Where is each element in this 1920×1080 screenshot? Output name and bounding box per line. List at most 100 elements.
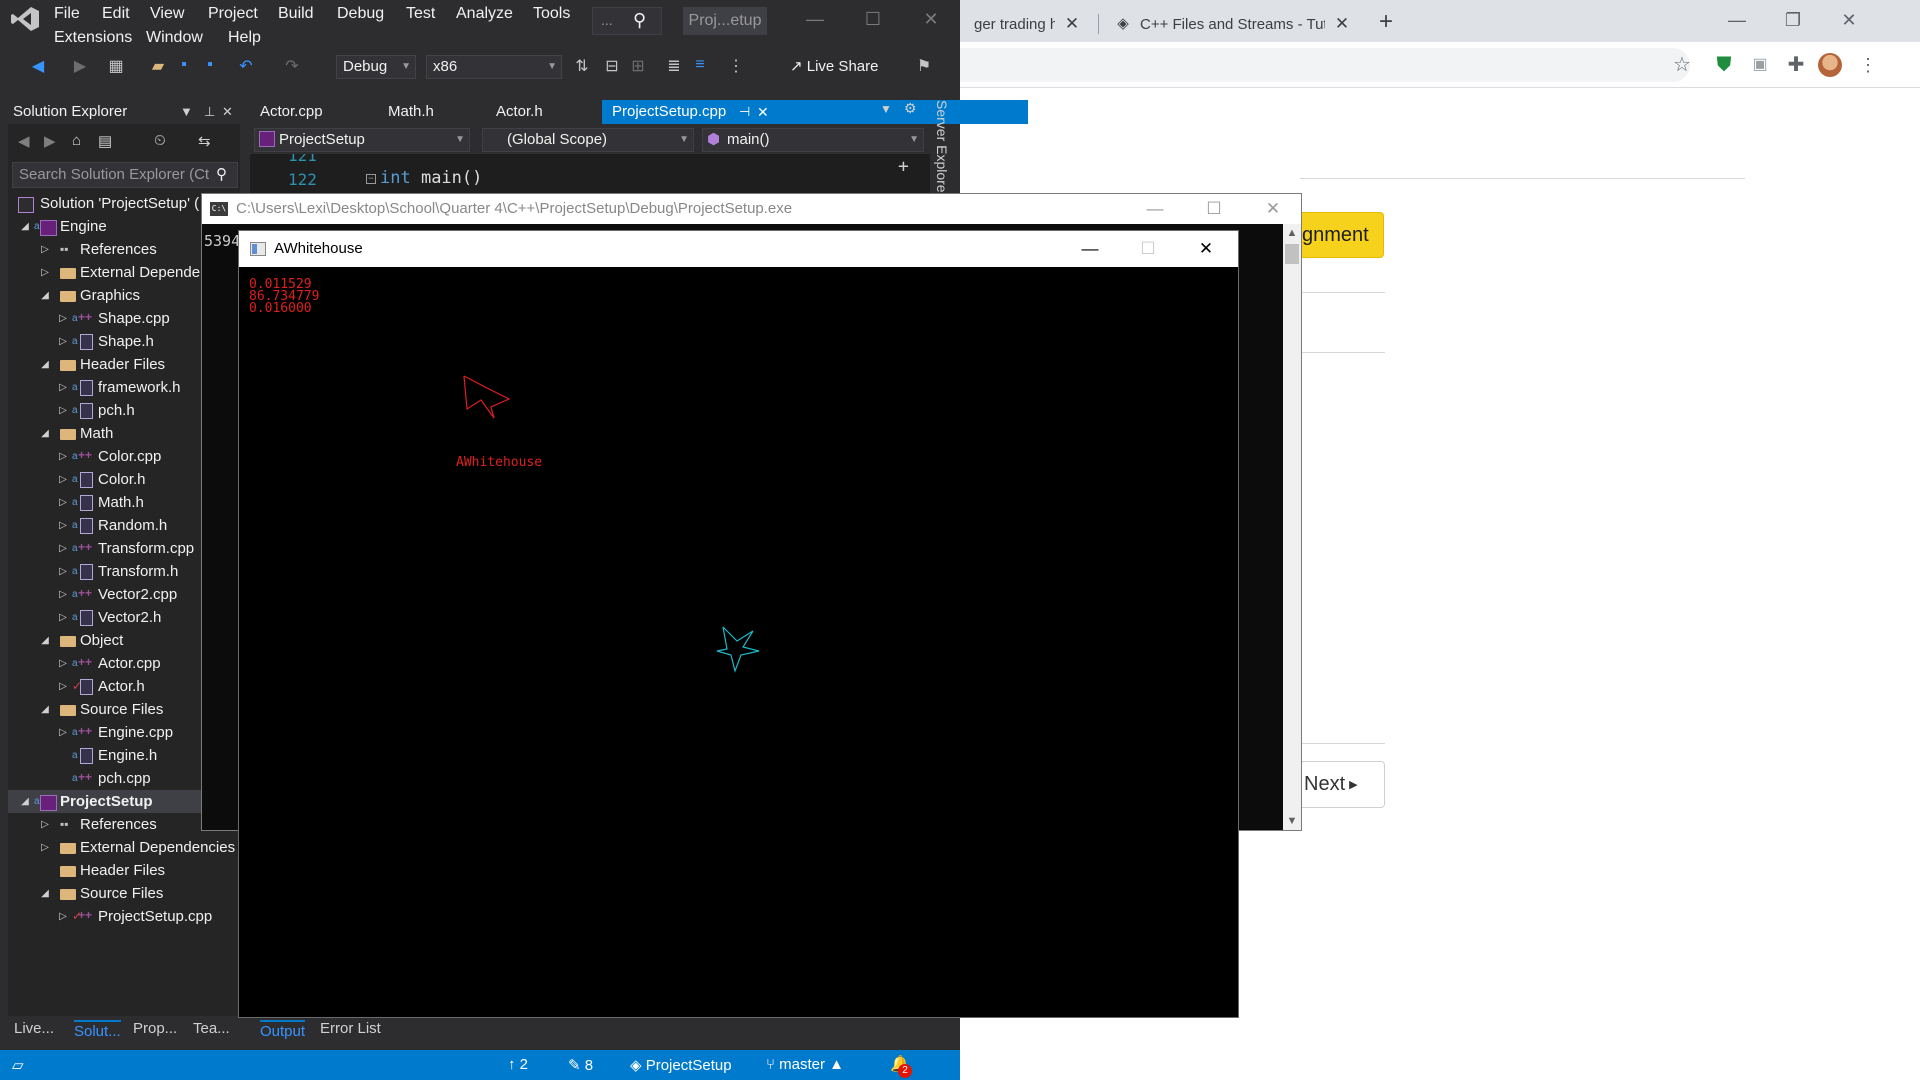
profile-avatar[interactable]	[1818, 53, 1842, 77]
tab-math-h[interactable]: Math.h	[378, 100, 468, 124]
push-count[interactable]: ↑ 2	[508, 1056, 528, 1073]
menu-analyze[interactable]: Analyze	[456, 5, 513, 23]
expand-icon[interactable]: ▷	[56, 537, 70, 560]
expand-icon[interactable]: ▷	[56, 307, 70, 330]
expand-icon[interactable]: ▷	[56, 583, 70, 606]
undo-icon[interactable]: ↶	[236, 56, 256, 78]
game-close-button[interactable]: ✕	[1183, 231, 1229, 267]
console-scrollbar[interactable]: ▲ ▼	[1283, 224, 1301, 830]
vs-minimize-button[interactable]: —	[795, 9, 835, 33]
toolbar-icon[interactable]: ⇅	[572, 56, 592, 78]
sync-icon[interactable]: ⇆	[198, 132, 211, 150]
function-dropdown[interactable]: ⬢ main() ▼	[702, 128, 924, 152]
pin-icon[interactable]: ⊥	[204, 100, 215, 124]
tab-output[interactable]: Output	[260, 1020, 306, 1040]
menu-extensions[interactable]: Extensions	[54, 29, 132, 47]
toolbar-icon[interactable]: ⊟	[602, 56, 622, 78]
scrollbar-thumb[interactable]	[1285, 244, 1299, 264]
collapse-icon[interactable]: ◢	[38, 353, 52, 376]
tree-item[interactable]: ▷✓ProjectSetup.cpp	[8, 905, 240, 928]
live-share-button[interactable]: ↗ Live Share	[790, 57, 878, 75]
configuration-dropdown[interactable]: Debug ▼	[336, 55, 416, 79]
console-maximize-button[interactable]: ☐	[1191, 194, 1237, 224]
scroll-up-icon[interactable]: ▲	[1283, 224, 1301, 242]
expand-icon[interactable]: ▷	[38, 813, 52, 836]
menu-window[interactable]: Window	[146, 29, 203, 47]
vs-close-button[interactable]: ✕	[911, 9, 951, 33]
extension-icon[interactable]: ▣	[1746, 51, 1774, 79]
split-editor-icon[interactable]: +	[898, 156, 909, 177]
project-dropdown[interactable]: ProjectSetup ▼	[254, 128, 470, 152]
vs-search-box[interactable]: ... ⚲	[592, 7, 662, 35]
gear-icon[interactable]: ⚙	[904, 100, 917, 117]
feedback-icon[interactable]: ⚑	[914, 56, 934, 78]
tab-projectsetup-cpp[interactable]: ProjectSetup.cpp ⊣ ✕	[602, 100, 1028, 124]
expand-icon[interactable]: ▷	[56, 399, 70, 422]
panel-dropdown-icon[interactable]: ▼	[180, 100, 193, 124]
expand-icon[interactable]: ▷	[56, 606, 70, 629]
repository-status[interactable]: ◈ ProjectSetup	[630, 1056, 732, 1074]
expand-icon[interactable]: ▷	[38, 836, 52, 859]
expand-icon[interactable]: ▷	[56, 652, 70, 675]
menu-view[interactable]: View	[150, 5, 184, 23]
tree-item[interactable]: ▷ External Dependencies	[8, 836, 240, 859]
close-tab-icon[interactable]: ✕	[1063, 14, 1081, 34]
expand-icon[interactable]: ▷	[56, 514, 70, 537]
pending-changes[interactable]: ✎ 8	[568, 1056, 593, 1074]
browser-tab[interactable]: ger trading ha ✕	[960, 6, 1095, 42]
close-panel-icon[interactable]: ✕	[222, 100, 233, 124]
scope-dropdown[interactable]: (Global Scope) ▼	[482, 128, 694, 152]
collapse-icon[interactable]: ◢	[38, 284, 52, 307]
console-minimize-button[interactable]: —	[1132, 194, 1178, 224]
toolbar-overflow-icon[interactable]: ⋮	[726, 56, 746, 78]
scroll-down-icon[interactable]: ▼	[1283, 812, 1301, 830]
vs-maximize-button[interactable]: ☐	[853, 9, 893, 33]
tab-team[interactable]: Tea...	[193, 1020, 230, 1037]
save-icon[interactable]: ▪	[174, 56, 194, 78]
expand-icon[interactable]: ▷	[56, 491, 70, 514]
home-icon[interactable]: ⌂	[72, 132, 81, 149]
pending-changes-icon[interactable]: ⏲	[154, 132, 166, 149]
back-icon[interactable]: ◀	[18, 132, 30, 150]
tab-list-icon[interactable]: ▼	[880, 102, 892, 116]
next-button[interactable]: Next ▶	[1300, 761, 1385, 808]
game-minimize-button[interactable]: —	[1067, 231, 1113, 267]
expand-icon[interactable]: ▷	[56, 376, 70, 399]
outdent-icon[interactable]: ≣	[664, 56, 684, 78]
address-bar[interactable]	[960, 48, 1690, 82]
expand-icon[interactable]: ▷	[56, 721, 70, 744]
open-folder-icon[interactable]: ▰	[148, 56, 168, 78]
pin-icon[interactable]: ⊣	[739, 100, 750, 124]
tab-actor-cpp[interactable]: Actor.cpp	[250, 100, 360, 124]
menu-project[interactable]: Project	[208, 5, 258, 23]
forward-icon[interactable]: ▶	[70, 56, 90, 78]
new-project-icon[interactable]: ▦	[106, 56, 126, 78]
tab-properties[interactable]: Prop...	[133, 1020, 177, 1037]
menu-file[interactable]: File	[54, 5, 80, 23]
close-tab-icon[interactable]: ✕	[757, 100, 769, 124]
collapse-icon[interactable]: −	[366, 174, 376, 184]
expand-icon[interactable]: ▷	[56, 675, 70, 698]
collapse-icon[interactable]: ◢	[38, 629, 52, 652]
back-icon[interactable]: ◀	[28, 56, 48, 78]
menu-tools[interactable]: Tools	[533, 5, 570, 23]
solution-explorer-search[interactable]: Search Solution Explorer (Ct ⚲	[12, 162, 238, 188]
indent-icon[interactable]: ≡	[690, 56, 710, 78]
forward-icon[interactable]: ▶	[44, 132, 56, 150]
tab-error-list[interactable]: Error List	[320, 1020, 381, 1037]
redo-icon[interactable]: ↷	[282, 56, 302, 78]
menu-edit[interactable]: Edit	[102, 5, 130, 23]
expand-icon[interactable]: ▷	[56, 468, 70, 491]
extensions-puzzle-icon[interactable]: ✚	[1782, 51, 1810, 79]
game-maximize-button[interactable]: ☐	[1125, 231, 1171, 267]
toolbar-icon[interactable]: ⊞	[628, 56, 648, 78]
expand-icon[interactable]: ▷	[56, 330, 70, 353]
save-all-icon[interactable]: ▪	[200, 56, 220, 78]
tab-solution[interactable]: Solut...	[74, 1020, 121, 1040]
browser-close-button[interactable]: ✕	[1826, 6, 1872, 34]
close-tab-icon[interactable]: ✕	[1333, 14, 1351, 34]
collapse-icon[interactable]: ◢	[38, 698, 52, 721]
assignment-button[interactable]: gnment	[1300, 212, 1384, 258]
switch-views-icon[interactable]: ▤	[98, 132, 112, 150]
platform-dropdown[interactable]: x86 ▼	[426, 55, 562, 79]
